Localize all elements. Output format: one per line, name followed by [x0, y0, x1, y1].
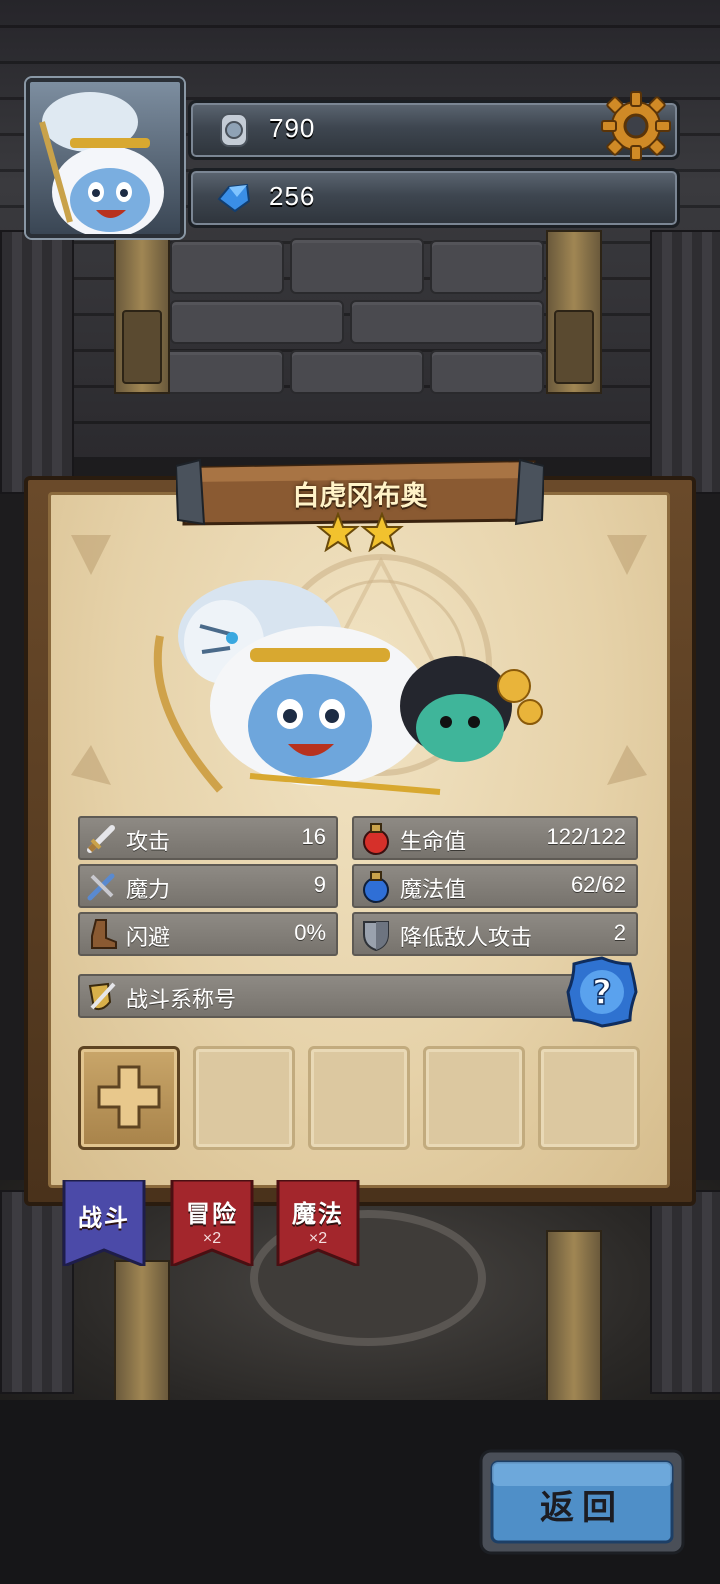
hero-artwork [153, 580, 543, 795]
stat-hp: 生命值 122/122 [352, 816, 638, 860]
stat-magic-power: 魔力 9 [78, 864, 338, 908]
combat-title-bar[interactable]: 战斗系称号 [78, 974, 602, 1018]
stat-dodge: 闪避 0% [78, 912, 338, 956]
empty-title-slot[interactable] [193, 1046, 295, 1150]
back-button-label: 返回 [540, 1488, 624, 1528]
stat-attack: 攻击 16 [78, 816, 338, 860]
shield-icon [363, 921, 389, 952]
hero-portrait[interactable] [26, 78, 184, 238]
empty-title-slot[interactable] [423, 1046, 525, 1150]
empty-title-slot[interactable] [308, 1046, 410, 1150]
boot-icon [91, 919, 117, 949]
silver-coin-icon [220, 113, 248, 147]
star-icon [316, 512, 360, 552]
gem-resource-bar: 256 [188, 168, 680, 228]
hero-star-rating [316, 512, 404, 552]
hero-name: 白虎冈布奥 [292, 481, 428, 512]
wand-icon [87, 873, 115, 901]
sword-icon [87, 825, 115, 853]
stat-mp: 魔法值 62/62 [352, 864, 638, 908]
star-icon [360, 512, 404, 552]
silver-value: 790 [269, 113, 316, 143]
tab-magic[interactable]: 魔法 ×2 [276, 1180, 360, 1266]
blue-crystal-icon [217, 183, 251, 213]
question-icon[interactable]: ? [564, 954, 640, 1030]
gem-value: 256 [269, 181, 316, 211]
gear-icon[interactable] [600, 90, 672, 162]
red-potion-icon [363, 823, 389, 855]
tab-combat[interactable]: 战斗 [62, 1180, 146, 1266]
stat-reduce-attack: 降低敌人攻击 2 [352, 912, 638, 956]
tab-adventure[interactable]: 冒险 ×2 [170, 1180, 254, 1266]
add-title-slot[interactable] [78, 1046, 180, 1150]
plus-icon [97, 1065, 161, 1129]
empty-title-slot[interactable] [538, 1046, 640, 1150]
sword-shield-icon [88, 982, 116, 1011]
svg-text:?: ? [592, 973, 612, 1013]
blue-potion-icon [363, 871, 389, 903]
